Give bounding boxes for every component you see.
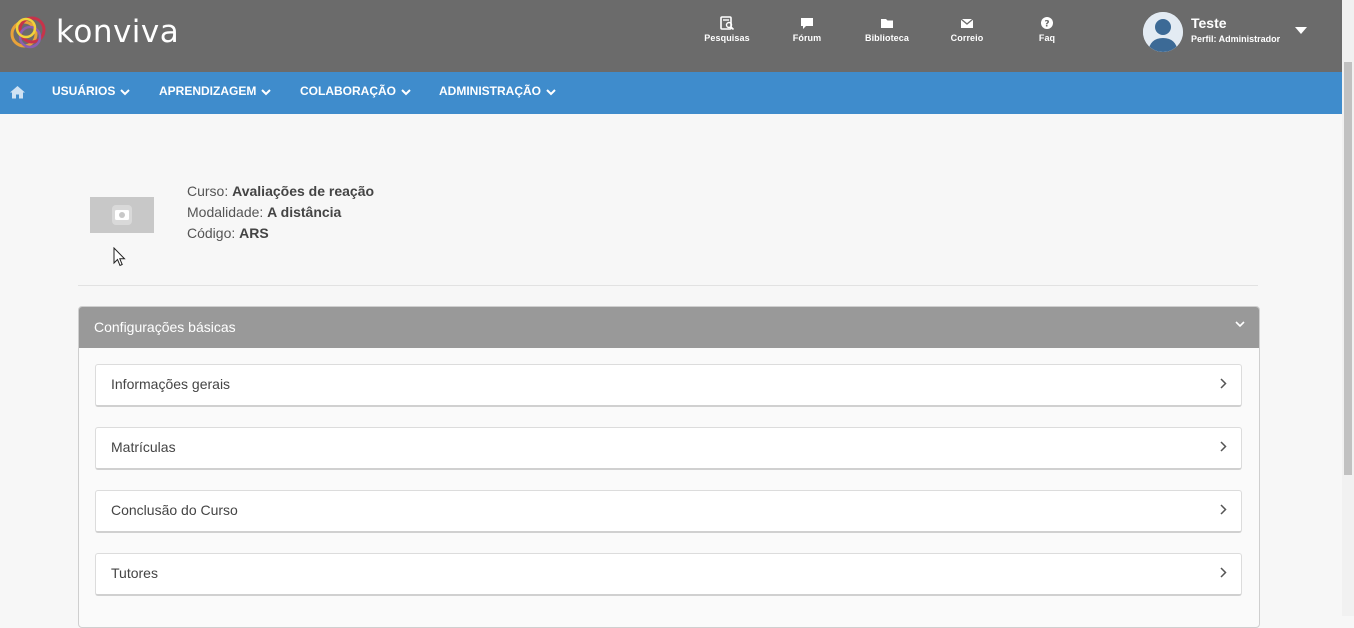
chevron-down-icon [1235, 321, 1245, 328]
nav-item-label: COLABORAÇÃO [300, 84, 396, 98]
quick-link-surveys[interactable]: Pesquisas [692, 16, 762, 43]
quick-link-faq[interactable]: ? Faq [1012, 16, 1082, 43]
chevron-right-icon [1220, 378, 1227, 389]
course-name: Avaliações de reação [232, 183, 375, 199]
folder-icon [881, 19, 893, 28]
chevron-down-icon [546, 88, 556, 95]
user-profile: Perfil: Administrador [1191, 34, 1281, 44]
user-name: Teste [1191, 15, 1227, 31]
quick-link-label: Fórum [792, 33, 822, 43]
chevron-down-icon [401, 88, 411, 95]
course-details: Curso: Avaliações de reação Modalidade: … [187, 181, 374, 244]
svg-text:?: ? [1044, 20, 1049, 30]
avatar [1143, 12, 1183, 52]
caret-down-icon[interactable] [1295, 27, 1307, 34]
course-thumbnail [90, 197, 154, 233]
section-label: Matrículas [111, 439, 176, 455]
chevron-down-icon [261, 88, 272, 95]
divider [78, 285, 1258, 286]
section-tutors[interactable]: Tutores [95, 553, 1242, 596]
course-name-line: Curso: Avaliações de reação [187, 181, 374, 202]
image-placeholder-icon [112, 205, 132, 225]
course-modality: A distância [267, 204, 342, 220]
question-icon: ? [1041, 17, 1053, 30]
user-menu[interactable]: Teste Perfil: Administrador [1143, 12, 1313, 52]
konviva-logo-rings-icon [10, 16, 46, 49]
nav-item-collaboration[interactable]: COLABORAÇÃO [300, 84, 411, 98]
envelope-icon [960, 18, 974, 28]
basic-settings-panel: Configurações básicas Informações gerais… [78, 306, 1260, 628]
chat-icon [801, 18, 813, 29]
course-modality-line: Modalidade: A distância [187, 202, 374, 223]
code-label: Código: [187, 225, 236, 241]
scrollbar-thumb[interactable] [1344, 62, 1352, 475]
brand-name: konviva [56, 13, 180, 50]
basic-settings-header[interactable]: Configurações básicas [79, 307, 1259, 348]
course-code-line: Código: ARS [187, 223, 374, 244]
user-silhouette-icon [1143, 12, 1183, 52]
quick-link-label: Correio [950, 33, 984, 43]
section-general-info[interactable]: Informações gerais [95, 364, 1242, 407]
section-enrollments[interactable]: Matrículas [95, 427, 1242, 470]
panel-title: Configurações básicas [94, 319, 236, 335]
nav-item-label: ADMINISTRAÇÃO [439, 84, 541, 98]
nav-item-users[interactable]: USUÁRIOS [52, 84, 131, 98]
main-nav: USUÁRIOS APRENDIZAGEM COLABORAÇÃO ADMINI… [0, 72, 1342, 114]
chevron-right-icon [1220, 504, 1227, 515]
konviva-logo[interactable]: konviva [8, 13, 179, 51]
quick-link-label: Faq [1038, 33, 1056, 43]
home-icon [10, 86, 25, 99]
chevron-right-icon [1220, 441, 1227, 452]
quick-link-label: Biblioteca [864, 33, 909, 43]
section-course-completion[interactable]: Conclusão do Curso [95, 490, 1242, 533]
modality-label: Modalidade: [187, 204, 264, 220]
quick-link-forum[interactable]: Fórum [772, 16, 842, 43]
course-code: ARS [239, 225, 269, 241]
quick-link-library[interactable]: Biblioteca [852, 16, 922, 43]
section-label: Tutores [111, 565, 158, 581]
section-label: Informações gerais [111, 376, 231, 392]
course-label: Curso: [187, 183, 229, 199]
nav-item-label: APRENDIZAGEM [159, 84, 257, 98]
chevron-right-icon [1220, 567, 1227, 578]
section-label: Conclusão do Curso [111, 502, 238, 518]
quick-link-mail[interactable]: Correio [932, 16, 1002, 43]
nav-item-administration[interactable]: ADMINISTRAÇÃO [439, 84, 556, 98]
mouse-cursor-icon [113, 247, 126, 267]
quick-link-label: Pesquisas [704, 33, 750, 43]
top-header: konviva Pesquisas Fórum Biblioteca Corre… [0, 0, 1342, 72]
nav-item-learning[interactable]: APRENDIZAGEM [159, 84, 272, 98]
chevron-down-icon [120, 88, 131, 95]
nav-item-label: USUÁRIOS [52, 84, 116, 98]
survey-icon [720, 16, 734, 30]
nav-home[interactable] [9, 85, 26, 104]
